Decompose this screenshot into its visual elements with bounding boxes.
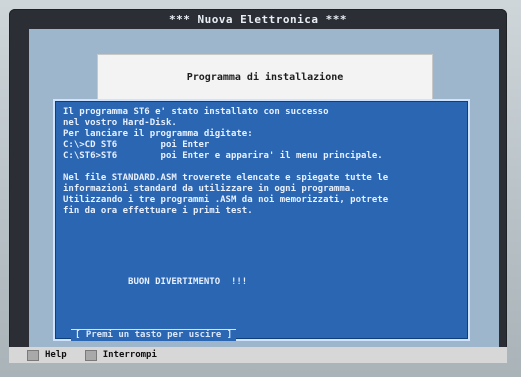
dialog-line: Utilizzando i tre programmi .ASM da noi … xyxy=(63,195,389,205)
dialog-line: BUON DIVERTIMENTO !!! xyxy=(63,277,248,287)
dialog-line: C:\>CD ST6 poi Enter xyxy=(63,140,210,150)
exit-prompt[interactable]: [ Premi un tasto per uscire ] xyxy=(71,329,237,341)
help-label: Help xyxy=(45,350,67,360)
crt-screen: *** Nuova Elettronica *** Programma di i… xyxy=(9,9,507,363)
status-bar: Help Interrompi xyxy=(9,347,507,363)
help-key[interactable]: Help xyxy=(27,349,67,361)
window-titlebar: *** Nuova Elettronica *** xyxy=(9,9,507,29)
dialog-line: Nel file STANDARD.ASM troverete elencate… xyxy=(63,173,389,183)
dialog-line: nel vostro Hard-Disk. xyxy=(63,118,177,128)
dialog-line: Per lanciare il programma digitate: xyxy=(63,129,253,139)
exit-prompt-label: [ Premi un tasto per uscire ] xyxy=(75,330,233,340)
installer-banner-label: Programma di installazione xyxy=(186,72,344,83)
dialog-line: fin da ora effettuare i primi test. xyxy=(63,206,253,216)
dialog-line: Il programma ST6 e' stato installato con… xyxy=(63,107,329,117)
function-key-icon xyxy=(27,349,39,361)
interrompi-label: Interrompi xyxy=(102,350,157,360)
installer-banner: Programma di installazione xyxy=(97,54,433,101)
app-title: *** Nuova Elettronica *** xyxy=(168,12,348,26)
interrompi-key[interactable]: Interrompi xyxy=(84,349,157,361)
dialog-line: informazioni standard da utilizzare in o… xyxy=(63,184,356,194)
function-key-icon xyxy=(84,349,97,361)
installer-workspace: Programma di installazione Il programma … xyxy=(29,29,499,347)
dialog-line: C:\ST6>ST6 poi Enter e apparira' il menu… xyxy=(63,151,383,161)
message-dialog: Il programma ST6 e' stato installato con… xyxy=(53,99,470,341)
